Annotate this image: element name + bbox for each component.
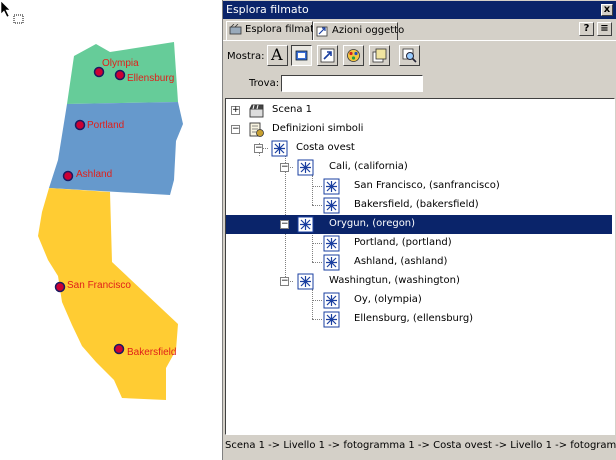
- tab-object-actions[interactable]: Azioni oggetto: [313, 22, 404, 40]
- tab-bar: Esplora filmato Azioni oggetto ? ≡: [223, 21, 616, 40]
- customize-icon: [402, 48, 417, 63]
- customize-show-button[interactable]: [399, 45, 420, 66]
- panel-title: Esplora filmato: [226, 3, 309, 16]
- panel-titlebar[interactable]: Esplora filmato x: [223, 1, 616, 19]
- tree-label: Bakersfield, (bakersfield): [354, 199, 479, 210]
- tree-label: Ashland, (ashland): [354, 256, 448, 267]
- buttons-movieclips-graphics-icon: [295, 50, 308, 61]
- expand-button[interactable]: +: [231, 106, 240, 115]
- city-label-san-francisco: San Francisco: [67, 280, 131, 291]
- city-dot-bakersfield: [113, 343, 125, 355]
- movieclip-icon: [323, 254, 340, 271]
- tree-label: Definizioni simboli: [272, 123, 364, 134]
- city-label-olympia: Olympia: [102, 58, 139, 69]
- tree-row-oy[interactable]: Oy, (olympia): [226, 291, 612, 310]
- text-icon: A: [271, 45, 283, 64]
- movieclip-icon: [271, 140, 288, 157]
- west-coast-map: [38, 42, 183, 400]
- movieclip-icon: [323, 292, 340, 309]
- show-buttons-movieclips-graphics-button[interactable]: [291, 45, 312, 66]
- tab-label: Azioni oggetto: [332, 25, 405, 36]
- tree-row-bakersfield[interactable]: Bakersfield, (bakersfield): [226, 196, 612, 215]
- help-button[interactable]: ?: [579, 22, 594, 36]
- explorer-toolbar: Mostra: A Trova:: [223, 40, 616, 96]
- show-video-sounds-bitmaps-button[interactable]: [343, 45, 364, 66]
- tree-row-costa-ovest[interactable]: − Costa ovest: [226, 139, 612, 158]
- tree-row-scene[interactable]: + Scena 1: [226, 101, 612, 120]
- movieclip-icon: [297, 216, 314, 233]
- show-frames-layers-button[interactable]: [369, 45, 390, 66]
- tree-label: Orygun, (oregon): [329, 218, 416, 229]
- stage-canvas[interactable]: Olympia Ellensburg Portland Ashland San …: [0, 0, 222, 460]
- close-button[interactable]: x: [601, 4, 613, 16]
- tree-row-portland[interactable]: Portland, (portland): [226, 234, 612, 253]
- movie-explorer-panel: Esplora filmato x Esplora filmato Azioni…: [222, 0, 616, 460]
- city-label-ellensburg: Ellensburg: [127, 73, 175, 84]
- find-input[interactable]: [281, 75, 423, 92]
- tree-row-cali[interactable]: − Cali, (california): [226, 158, 612, 177]
- collapse-button[interactable]: −: [280, 220, 289, 229]
- tree-label: Costa ovest: [296, 142, 355, 153]
- tree-label: Ellensburg, (ellensburg): [354, 313, 474, 324]
- find-label: Trova:: [249, 78, 280, 89]
- city-label-portland: Portland: [87, 120, 125, 131]
- tree-row-symbol-definitions[interactable]: − Definizioni simboli: [226, 120, 612, 139]
- show-actionscripts-button[interactable]: [317, 45, 338, 66]
- frames-layers-icon: [372, 48, 387, 63]
- movieclip-icon: [297, 159, 314, 176]
- video-sounds-bitmaps-icon: [347, 49, 360, 62]
- tree-label: San Francisco, (sanfrancisco): [354, 180, 500, 191]
- actionscripts-icon: [320, 48, 335, 63]
- collapse-button[interactable]: −: [254, 144, 263, 153]
- city-label-bakersfield: Bakersfield: [127, 347, 177, 358]
- city-label-ashland: Ashland: [76, 169, 113, 180]
- movieclip-icon: [323, 311, 340, 328]
- options-menu-button[interactable]: ≡: [597, 22, 612, 36]
- tree-label: Scena 1: [272, 104, 313, 115]
- movieclip-icon: [297, 273, 314, 290]
- tree-row-san-francisco[interactable]: San Francisco, (sanfrancisco): [226, 177, 612, 196]
- collapse-button[interactable]: −: [231, 125, 240, 134]
- mouse-pointer-icon: [0, 0, 24, 24]
- tree-row-ellensburg[interactable]: Ellensburg, (ellensburg): [226, 310, 612, 329]
- tree-label: Washingtun, (washington): [329, 275, 460, 286]
- collapse-button[interactable]: −: [280, 277, 289, 286]
- california-state-shape[interactable]: [38, 188, 178, 400]
- show-text-button[interactable]: A: [267, 45, 288, 66]
- show-label: Mostra:: [227, 51, 265, 62]
- status-path-bar: Scena 1 -> Livello 1 -> fotogramma 1 -> …: [225, 440, 616, 451]
- city-dot-ashland: [62, 170, 74, 182]
- city-dot-san-francisco: [54, 281, 66, 293]
- city-dot-portland: [74, 119, 86, 131]
- tree-label: Oy, (olympia): [354, 294, 422, 305]
- tab-label: Esplora filmato: [245, 24, 321, 35]
- city-dot-ellensburg: [114, 69, 126, 81]
- tree-row-ashland[interactable]: Ashland, (ashland): [226, 253, 612, 272]
- collapse-button[interactable]: −: [280, 163, 289, 172]
- scene-icon: [249, 104, 264, 118]
- tree-label: Cali, (california): [329, 161, 408, 172]
- symbol-definitions-icon: [249, 122, 264, 137]
- tree-label: Portland, (portland): [354, 237, 452, 248]
- object-actions-icon: [316, 26, 328, 37]
- tree-row-washingtun[interactable]: − Washingtun, (washington): [226, 272, 612, 291]
- tree-row-orygun[interactable]: − Orygun, (oregon): [226, 215, 612, 234]
- explorer-tree[interactable]: + Scena 1 − Definizioni simboli − Costa …: [225, 98, 615, 435]
- movieclip-icon: [323, 197, 340, 214]
- tab-movie-explorer[interactable]: Esplora filmato: [226, 21, 320, 40]
- movie-explorer-icon: [229, 24, 242, 35]
- movieclip-icon: [323, 178, 340, 195]
- movieclip-icon: [323, 235, 340, 252]
